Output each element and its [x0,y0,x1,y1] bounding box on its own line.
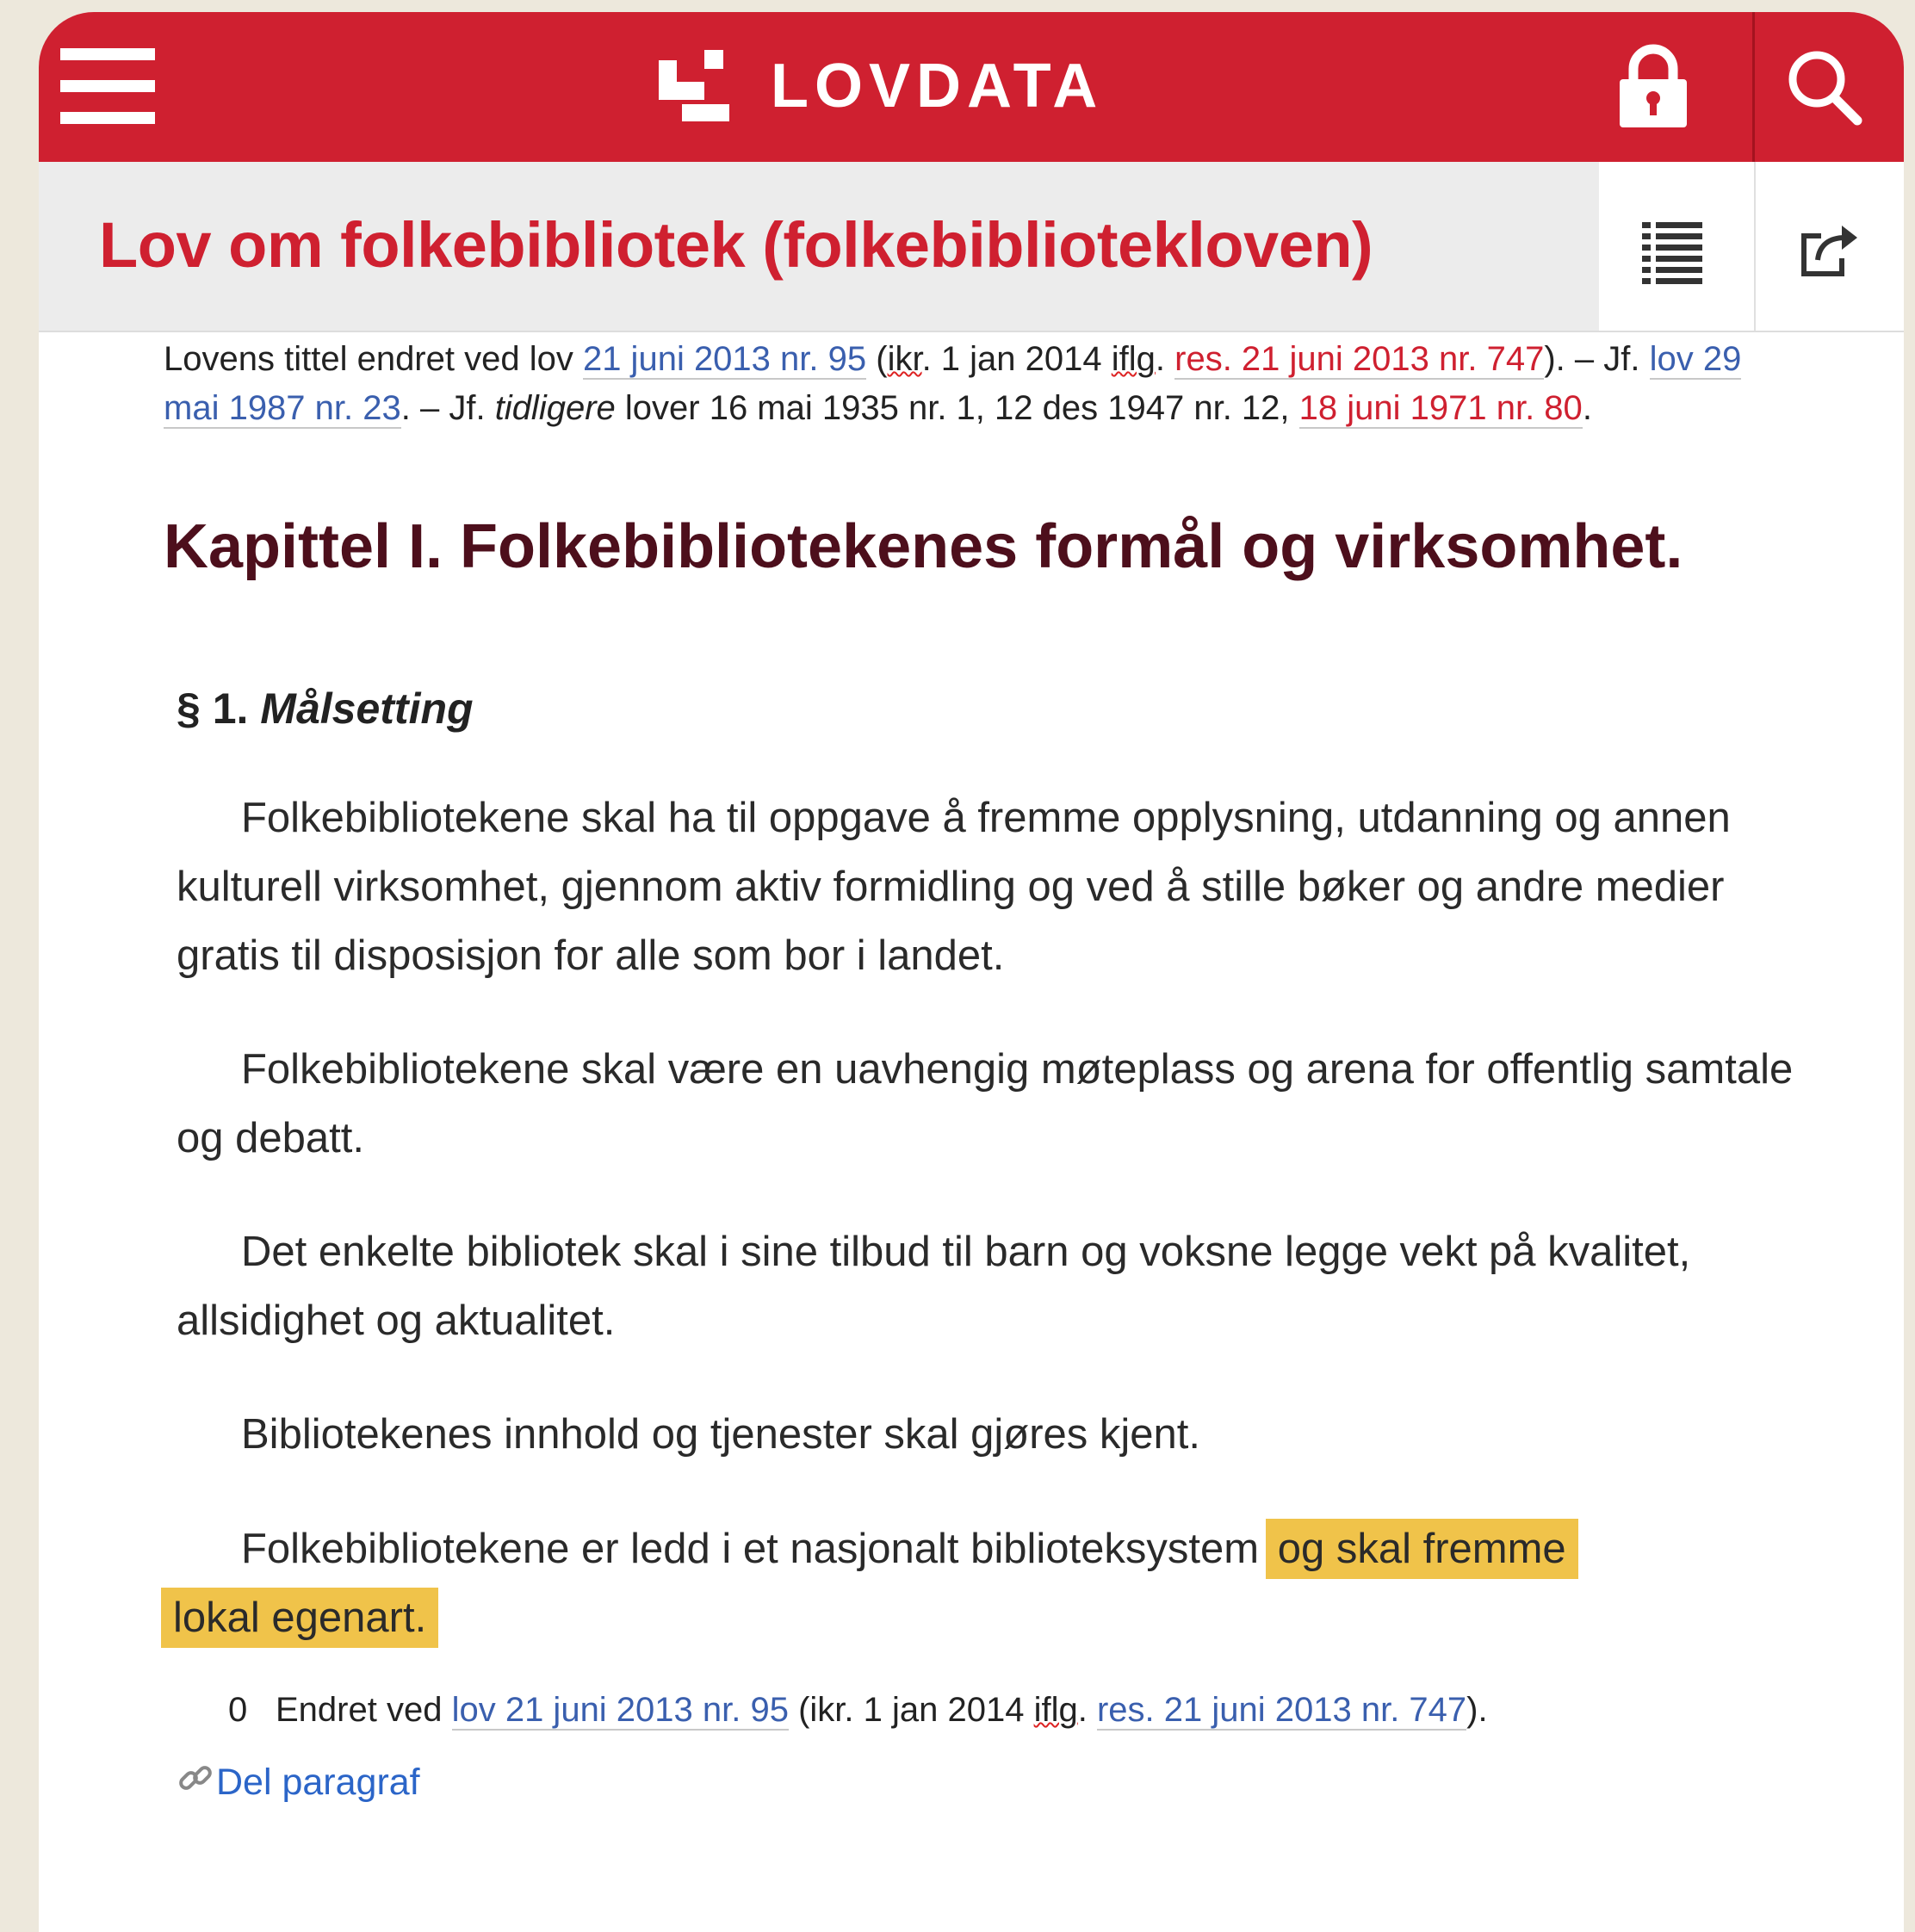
meta-text: Lovens tittel endret ved lov [164,340,583,378]
meta-text: . 1 jan 2014 [921,340,1112,378]
meta-text: iflg [1111,340,1156,378]
amendment-text: Endret ved [276,1691,452,1729]
hamburger-menu-icon[interactable] [60,38,155,134]
tools-divider [1754,162,1756,331]
meta-link-res-2013[interactable]: res. 21 juni 2013 nr. 747 [1174,340,1545,380]
paragraph-text: Det enkelte bibliotek skal i sine tilbud… [177,1229,1691,1344]
meta-text: . [1582,389,1592,427]
title-bar: Lov om folkebibliotek (folkebiblioteklov… [39,162,1904,332]
section-paragraph-4: Bibliotekenes innhold og tjenester skal … [177,1400,1813,1469]
share-paragraph-link[interactable]: Del paragraf [177,1760,420,1804]
meta-text: lover 16 mai 1935 nr. 1, 12 des 1947 nr.… [615,389,1299,427]
list-icon[interactable] [1633,212,1711,289]
amendment-note: 0 Endret ved lov 21 juni 2013 nr. 95 (ikr… [228,1691,1488,1731]
section-heading: § 1. Målsetting [177,684,474,734]
law-metadata: Lovens tittel endret ved lov 21 juni 201… [164,335,1791,433]
link-icon [179,1766,212,1790]
paragraph-text: Folkebibliotekene skal være en uavhengig… [177,1046,1794,1161]
title-tools [1599,162,1904,331]
section-paragraph-5: Folkebibliotekene er ledd i et nasjonalt… [161,1514,1813,1652]
chapter-heading: Kapittel I. Folkebibliotekenes formål og… [164,512,1683,581]
paragraph-text: Bibliotekenes innhold og tjenester skal … [241,1411,1201,1458]
lock-icon[interactable] [1606,43,1701,129]
top-navigation-bar: LOVDATA [39,12,1904,162]
topbar-divider [1752,12,1755,162]
amendment-number: 0 [228,1691,248,1729]
amendment-link-res[interactable]: res. 21 juni 2013 nr. 747 [1096,1691,1467,1731]
section-number: § 1. [177,684,261,733]
app-window: LOVDATA Lov om folkebibliotek (folkebibl… [39,12,1904,1932]
meta-text: ). – Jf. [1544,340,1650,378]
meta-link-law-2013[interactable]: 21 juni 2013 nr. 95 [582,340,867,380]
share-paragraph-label: Del paragraf [216,1762,420,1803]
meta-text: ( [866,340,888,378]
section-paragraph-3: Det enkelte bibliotek skal i sine tilbud… [177,1217,1813,1355]
meta-text: . [1155,340,1175,378]
meta-text: ikr [887,340,922,378]
meta-text: . – Jf. [400,389,495,427]
amendment-text: ). [1466,1691,1488,1729]
amendment-text: (ikr. 1 jan 2014 [788,1691,1034,1729]
logo-text: LOVDATA [771,52,1104,121]
paragraph-text: Folkebibliotekene skal ha til oppgave å … [177,795,1731,979]
page-title: Lov om folkebibliotek (folkebiblioteklov… [99,209,1373,281]
paragraph-text: Folkebibliotekene er ledd i et nasjonalt… [241,1526,1271,1572]
highlighted-text: og skal fremme [1265,1519,1578,1579]
search-icon[interactable] [1778,38,1873,133]
amendment-text: . [1077,1691,1097,1729]
section-title: Målsetting [260,684,474,733]
share-icon[interactable] [1788,210,1866,288]
amendment-link-law[interactable]: lov 21 juni 2013 nr. 95 [451,1691,789,1731]
meta-link-law-1971[interactable]: 18 juni 1971 nr. 80 [1298,389,1583,429]
section-paragraph-1: Folkebibliotekene skal ha til oppgave å … [177,783,1813,990]
amendment-text: iflg [1033,1691,1078,1729]
lovdata-logo-mark-icon [659,50,729,121]
highlighted-text: lokal egenart. [161,1588,439,1648]
meta-text: tidligere [494,389,616,427]
section-paragraph-2: Folkebibliotekene skal være en uavhengig… [177,1035,1813,1173]
